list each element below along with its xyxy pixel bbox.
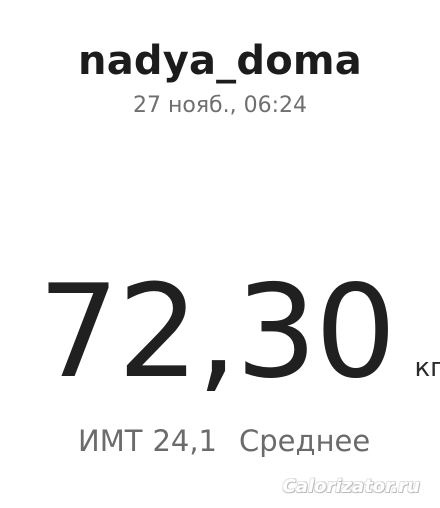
username-title: nadya_doma [78, 38, 362, 84]
weight-value: 72,30 [38, 258, 396, 407]
bmi-display: ИМТ 24,1 Среднее [78, 424, 370, 458]
weight-display: 72,30 кг [38, 258, 440, 408]
measurement-datetime: 27 нояб., 06:24 [132, 93, 307, 118]
bmi-value: 24,1 [152, 424, 218, 458]
bmi-category: Среднее [239, 424, 371, 458]
watermark: Calorizator.ru [282, 476, 420, 497]
bmi-label: ИМТ [78, 424, 143, 458]
weight-unit: кг [414, 353, 440, 383]
